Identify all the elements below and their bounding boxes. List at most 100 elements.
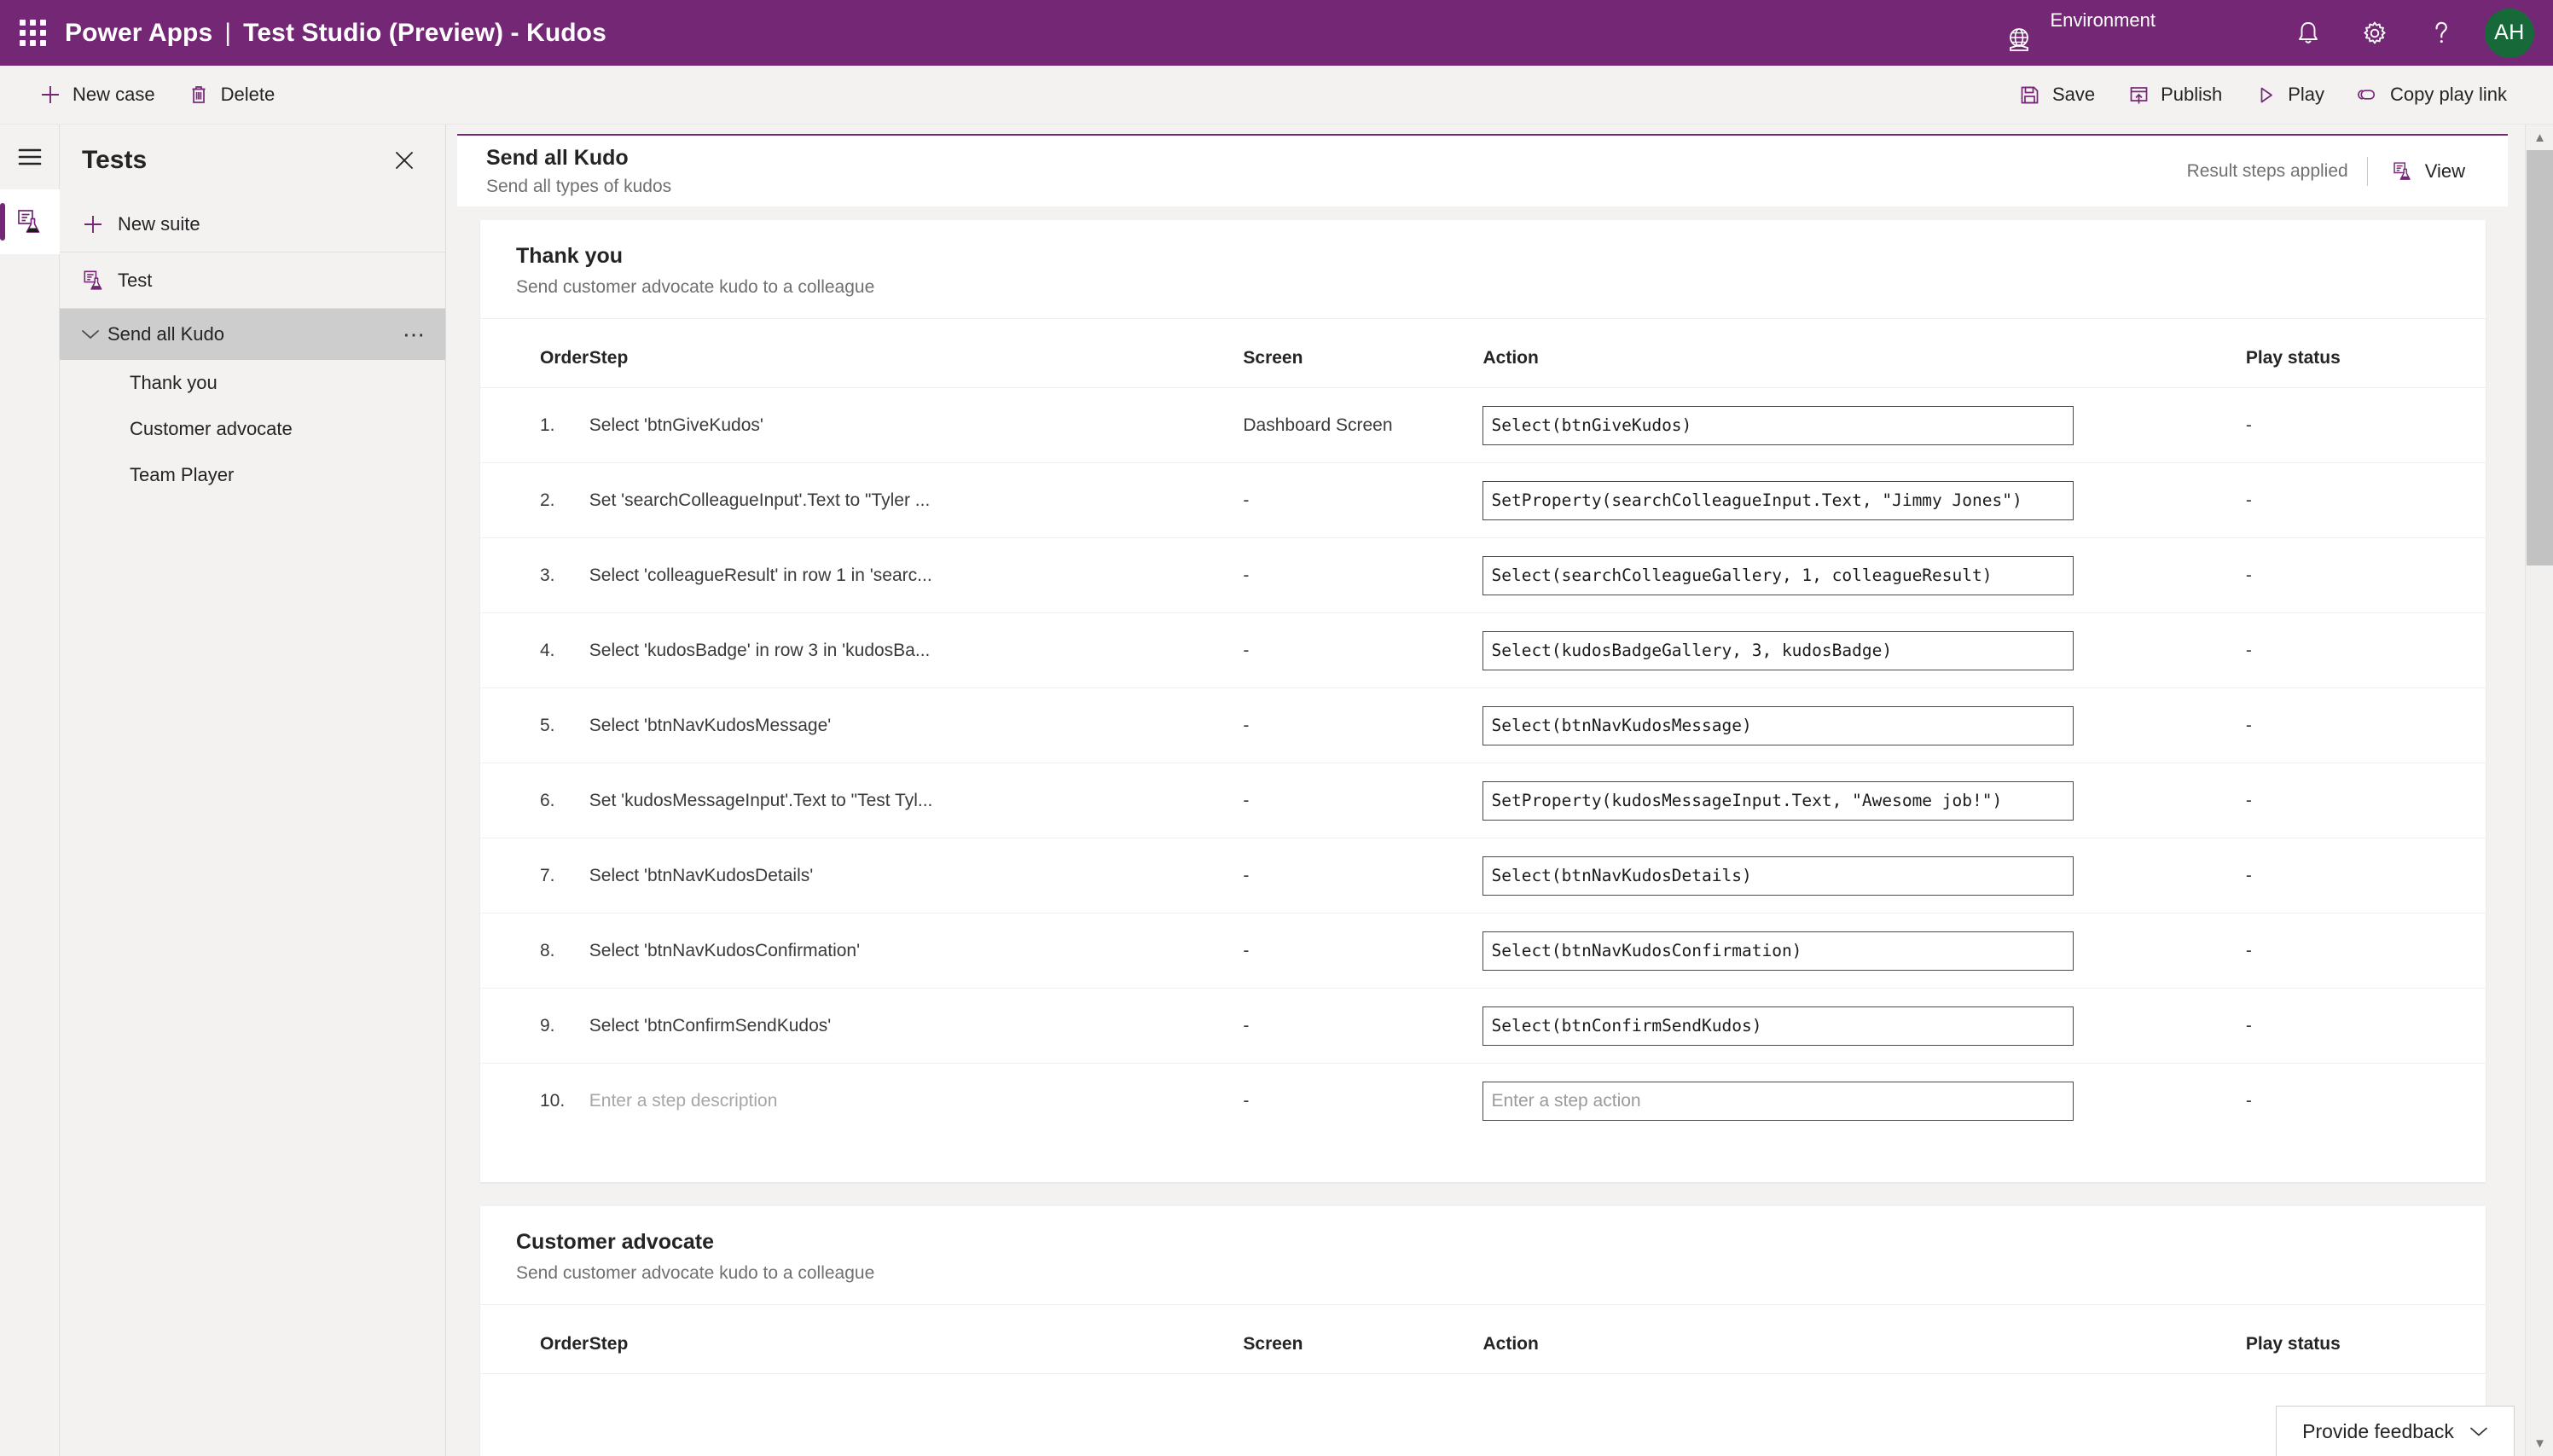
rail-item-tests[interactable] xyxy=(0,189,60,254)
scroll-down-button[interactable]: ▼ xyxy=(2526,1430,2553,1456)
cell-step[interactable]: Set 'kudosMessageInput'.Text to "Test Ty… xyxy=(589,763,1244,838)
cell-step[interactable]: Select 'btnNavKudosMessage' xyxy=(589,687,1244,763)
table-row-new[interactable]: 10. Enter a step description - Enter a s… xyxy=(480,1064,2486,1139)
tests-panel-header: Tests xyxy=(60,125,445,196)
cell-play-status: - xyxy=(2245,763,2486,838)
notifications-button[interactable] xyxy=(2275,0,2341,66)
cell-step[interactable]: Select 'kudosBadge' in row 3 in 'kudosBa… xyxy=(589,612,1244,688)
table-row[interactable]: 3. Select 'colleagueResult' in row 1 in … xyxy=(480,537,2486,613)
save-button[interactable]: Save xyxy=(2007,76,2107,113)
play-button[interactable]: Play xyxy=(2243,76,2336,113)
table-head: Order Step Screen Action Play status xyxy=(480,319,2486,388)
cell-step[interactable]: Select 'colleagueResult' in row 1 in 'se… xyxy=(589,537,1244,613)
column-header-order: Order xyxy=(480,1305,589,1374)
suite-header-actions: Result steps applied View xyxy=(2187,154,2479,189)
cell-order: 5. xyxy=(480,687,589,763)
cell-screen: - xyxy=(1243,687,1483,763)
settings-button[interactable] xyxy=(2341,0,2408,66)
new-step-description-input[interactable]: Enter a step description xyxy=(589,1064,1244,1139)
case-title: Thank you xyxy=(516,244,624,268)
app-launcher-button[interactable] xyxy=(0,0,65,66)
plus-icon xyxy=(39,84,61,106)
publish-button[interactable]: Publish xyxy=(2115,76,2234,113)
cell-screen: - xyxy=(1243,913,1483,989)
cell-order: 10. xyxy=(540,1090,566,1111)
command-bar-left: New case Delete xyxy=(0,76,287,113)
cell-screen: - xyxy=(1243,1090,1250,1111)
new-suite-button[interactable]: New suite xyxy=(60,196,445,252)
sidebar-case-label: Customer advocate xyxy=(130,418,293,439)
scrollbar-thumb[interactable] xyxy=(2527,150,2553,566)
view-button[interactable]: View xyxy=(2378,154,2479,189)
cell-step[interactable]: Select 'btnNavKudosConfirmation' xyxy=(589,913,1244,989)
sidebar-suite-label: Send all Kudo xyxy=(107,323,224,345)
table-row[interactable]: 9. Select 'btnConfirmSendKudos' - Select… xyxy=(480,988,2486,1064)
tests-panel-title: Tests xyxy=(82,146,148,174)
column-header-order: Order xyxy=(480,319,589,388)
cell-screen: Dashboard Screen xyxy=(1243,387,1483,463)
sidebar-item-customer-advocate[interactable]: Customer advocate xyxy=(60,406,445,452)
help-button[interactable] xyxy=(2408,0,2475,66)
action-input[interactable]: Select(btnNavKudosDetails) xyxy=(1482,856,2074,896)
cell-order: 3. xyxy=(480,537,589,613)
cell-order: 9. xyxy=(480,988,589,1064)
table-row[interactable]: 1. Select 'btnGiveKudos' Dashboard Scree… xyxy=(480,387,2486,463)
copy-play-link-button[interactable]: Copy play link xyxy=(2345,76,2519,113)
action-input[interactable]: Select(btnNavKudosConfirmation) xyxy=(1482,931,2074,971)
trash-icon xyxy=(188,84,210,106)
sidebar-item-send-all-kudo[interactable]: Send all Kudo ⋯ xyxy=(60,309,445,360)
cell-play-status: - xyxy=(2245,1090,2252,1111)
test-flask-icon xyxy=(82,269,118,293)
table-row[interactable]: 2. Set 'searchColleagueInput'.Text to "T… xyxy=(480,462,2486,538)
action-input[interactable]: Select(kudosBadgeGallery, 3, kudosBadge) xyxy=(1482,630,2074,670)
table-row[interactable]: 5. Select 'btnNavKudosMessage' - Select(… xyxy=(480,687,2486,763)
action-input[interactable]: Select(searchColleagueGallery, 1, collea… xyxy=(1482,555,2074,595)
play-label: Play xyxy=(2288,84,2325,105)
cell-screen: - xyxy=(1243,612,1483,688)
provide-feedback-label: Provide feedback xyxy=(2302,1419,2454,1442)
action-input[interactable]: Select(btnConfirmSendKudos) xyxy=(1482,1006,2074,1046)
publish-label: Publish xyxy=(2161,84,2223,105)
cell-step[interactable]: Select 'btnConfirmSendKudos' xyxy=(589,988,1244,1064)
provide-feedback-button[interactable]: Provide feedback xyxy=(2276,1406,2515,1456)
scroll-up-button[interactable]: ▲ xyxy=(2526,125,2553,150)
table-head: Order Step Screen Action Play status xyxy=(480,1305,2486,1374)
cell-play-status: - xyxy=(2245,988,2486,1064)
table-row[interactable]: 6. Set 'kudosMessageInput'.Text to "Test… xyxy=(480,763,2486,838)
action-input[interactable]: Select(btnNavKudosMessage) xyxy=(1482,705,2074,745)
brand-title[interactable]: Power Apps | Test Studio (Preview) - Kud… xyxy=(65,19,606,48)
cell-action: SetProperty(kudosMessageInput.Text, "Awe… xyxy=(1482,763,2246,838)
delete-button[interactable]: Delete xyxy=(176,76,287,113)
avatar[interactable]: AH xyxy=(2485,8,2534,58)
new-step-action-input[interactable]: Enter a step action xyxy=(1482,1081,2074,1121)
cell-step[interactable]: Select 'btnGiveKudos' xyxy=(589,387,1244,463)
action-input[interactable]: SetProperty(kudosMessageInput.Text, "Awe… xyxy=(1482,780,2074,821)
question-mark-icon xyxy=(2428,19,2454,48)
sidebar-item-thank-you[interactable]: Thank you xyxy=(60,360,445,406)
action-input[interactable]: Select(btnGiveKudos) xyxy=(1482,405,2074,445)
suite-header: Send all Kudo Send all types of kudos Re… xyxy=(457,134,2508,206)
app-title: Test Studio (Preview) - Kudos xyxy=(243,18,606,47)
environment-label: Environment xyxy=(2050,9,2156,31)
sidebar-item-test[interactable]: Test xyxy=(60,252,445,309)
table-row[interactable]: 4. Select 'kudosBadge' in row 3 in 'kudo… xyxy=(480,612,2486,688)
cell-step[interactable]: Set 'searchColleagueInput'.Text to "Tyle… xyxy=(589,462,1244,538)
vertical-scrollbar[interactable]: ▲ ▼ xyxy=(2525,125,2553,1456)
suite-overflow-menu-button[interactable]: ⋯ xyxy=(403,322,426,348)
chevron-down-icon[interactable] xyxy=(73,328,107,340)
column-header-screen: Screen xyxy=(1243,1305,1483,1374)
cell-order: 7. xyxy=(480,838,589,914)
close-icon[interactable] xyxy=(386,142,423,179)
table-row[interactable]: 8. Select 'btnNavKudosConfirmation' - Se… xyxy=(480,913,2486,989)
sidebar-item-team-player[interactable]: Team Player xyxy=(60,452,445,498)
action-input[interactable]: SetProperty(searchColleagueInput.Text, "… xyxy=(1482,480,2074,520)
table-row[interactable]: 7. Select 'btnNavKudosDetails' - Select(… xyxy=(480,838,2486,914)
environment-block[interactable]: Environment xyxy=(2002,0,2156,66)
new-case-button[interactable]: New case xyxy=(27,76,167,113)
test-flask-icon xyxy=(2392,160,2414,183)
test-case-card-thank-you: Thank you Send customer advocate kudo to… xyxy=(480,220,2486,1182)
cell-step[interactable]: Select 'btnNavKudosDetails' xyxy=(589,838,1244,914)
hamburger-menu-button[interactable] xyxy=(0,125,60,189)
table-header-row: Order Step Screen Action Play status xyxy=(480,1305,2486,1374)
cell-order: 2. xyxy=(480,462,589,538)
